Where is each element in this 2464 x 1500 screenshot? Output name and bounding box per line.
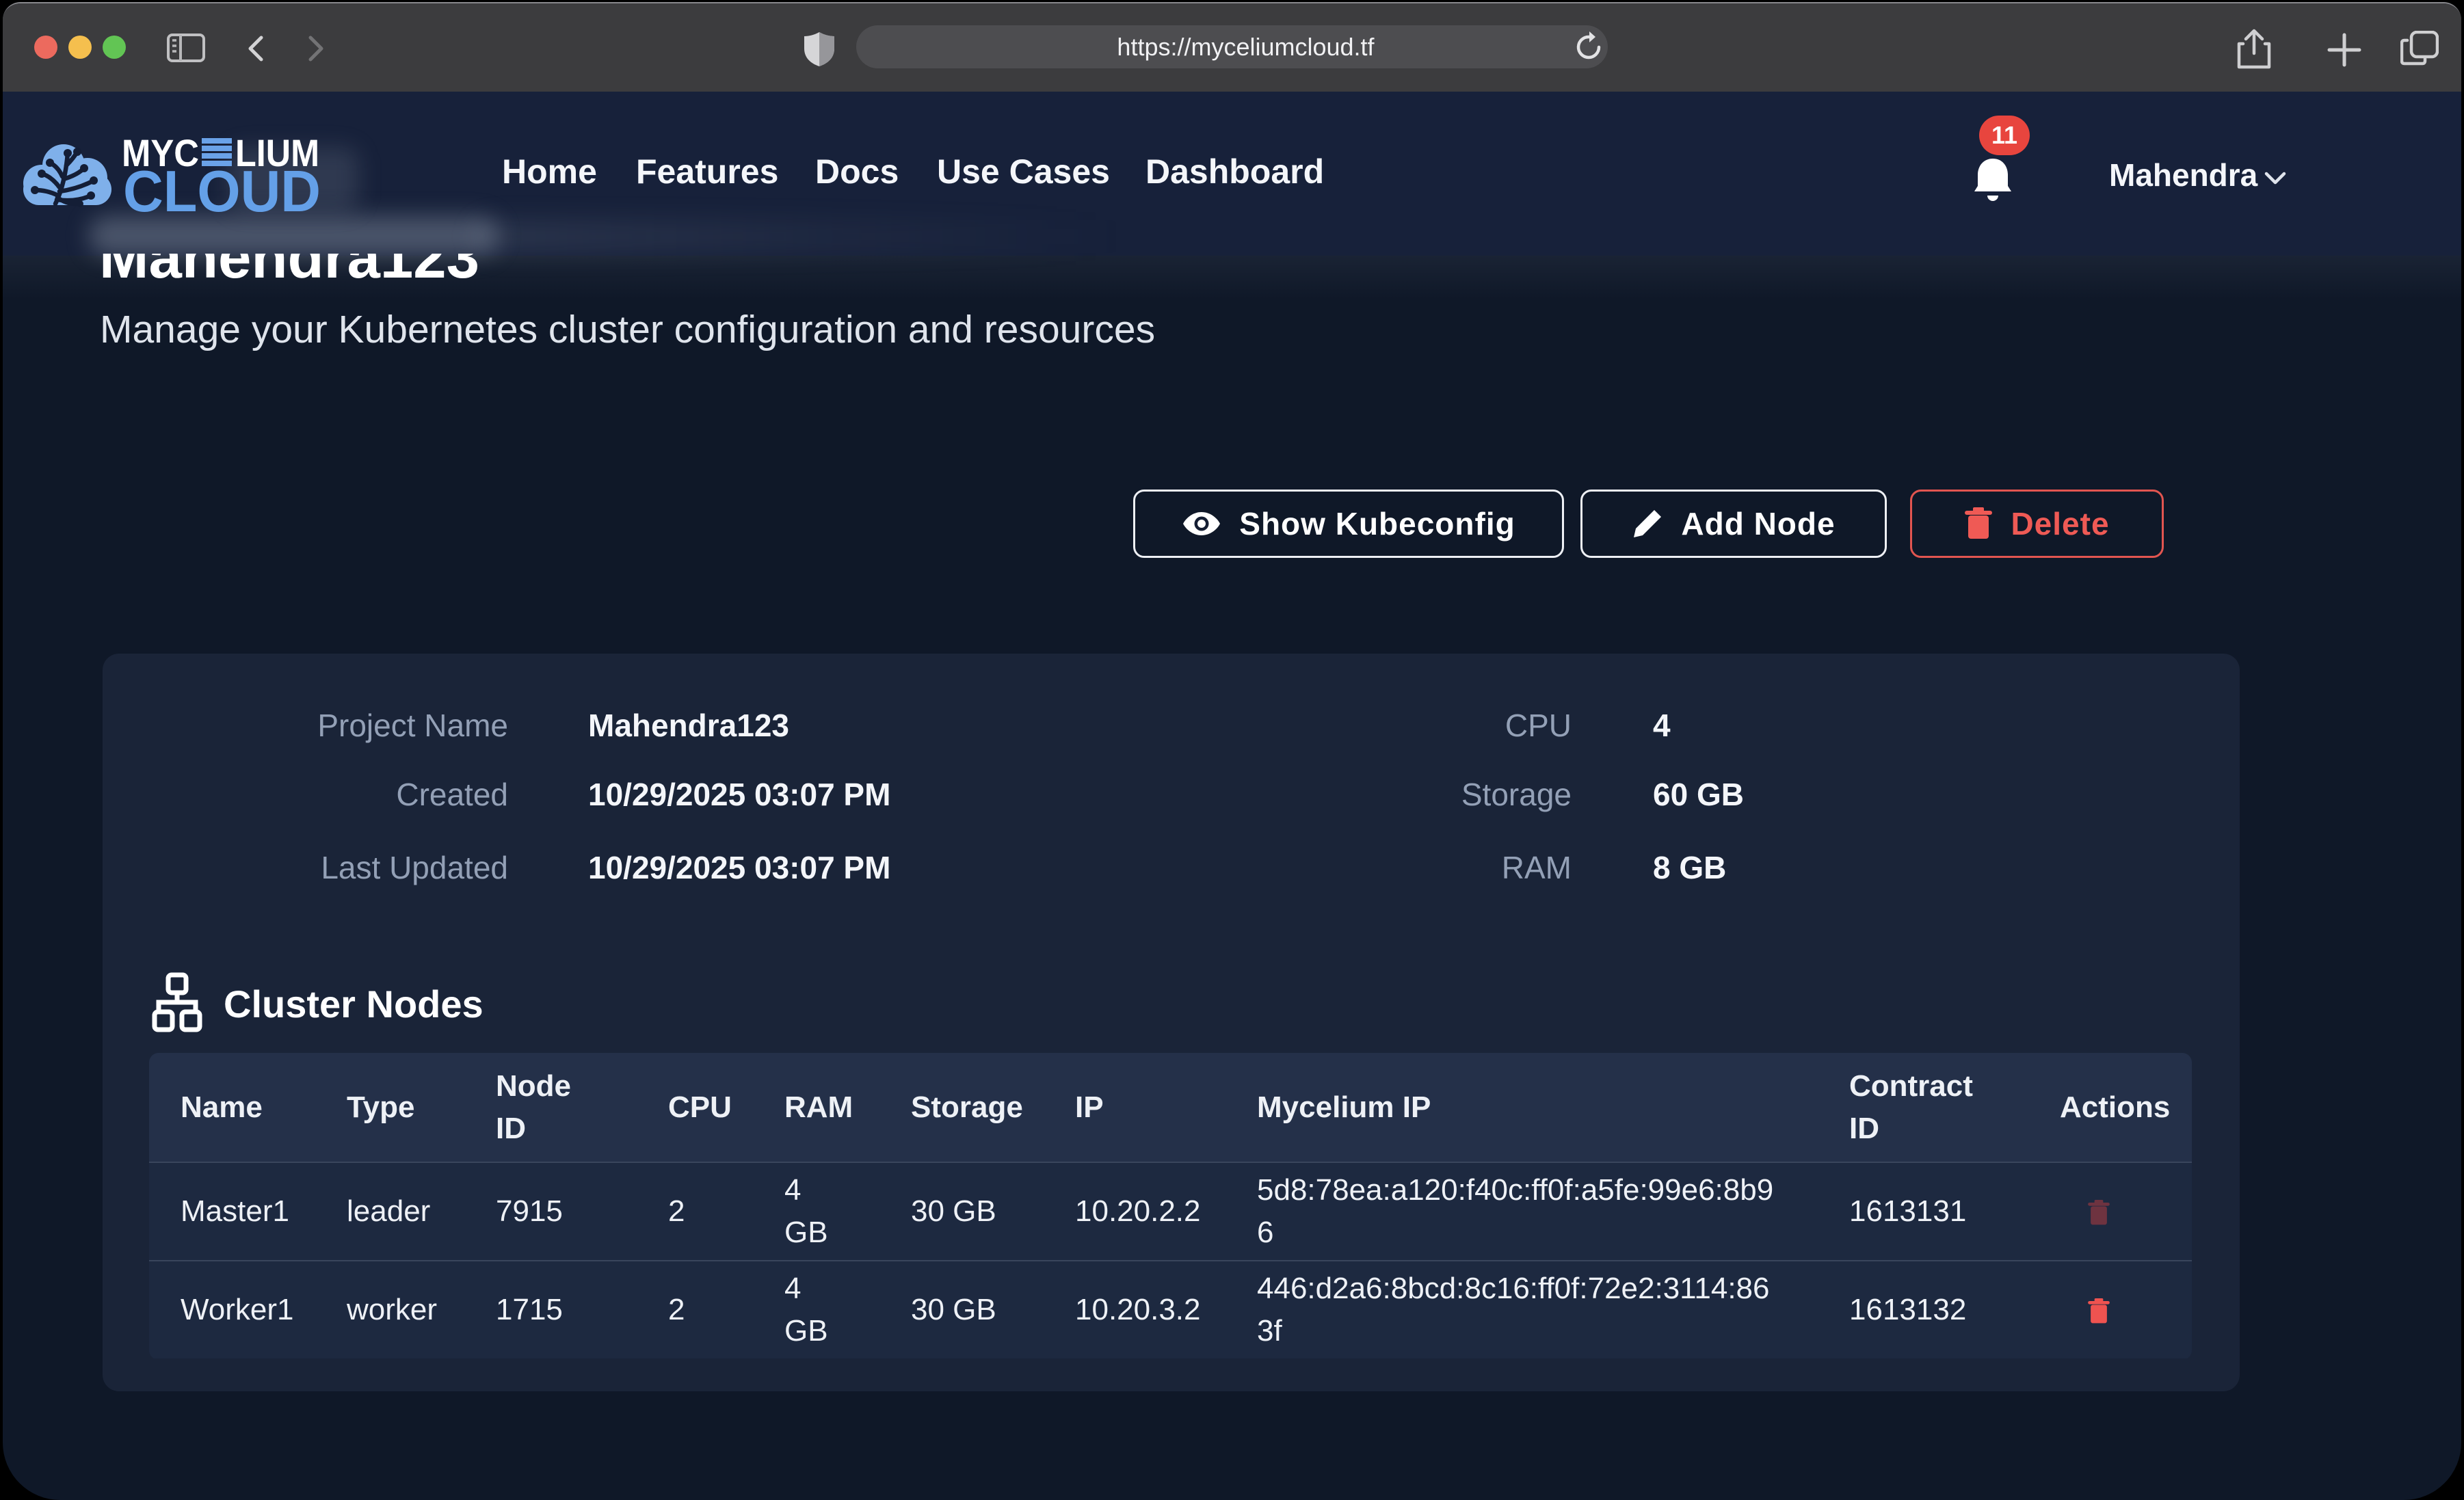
svg-text:CLOUD: CLOUD	[123, 159, 321, 214]
